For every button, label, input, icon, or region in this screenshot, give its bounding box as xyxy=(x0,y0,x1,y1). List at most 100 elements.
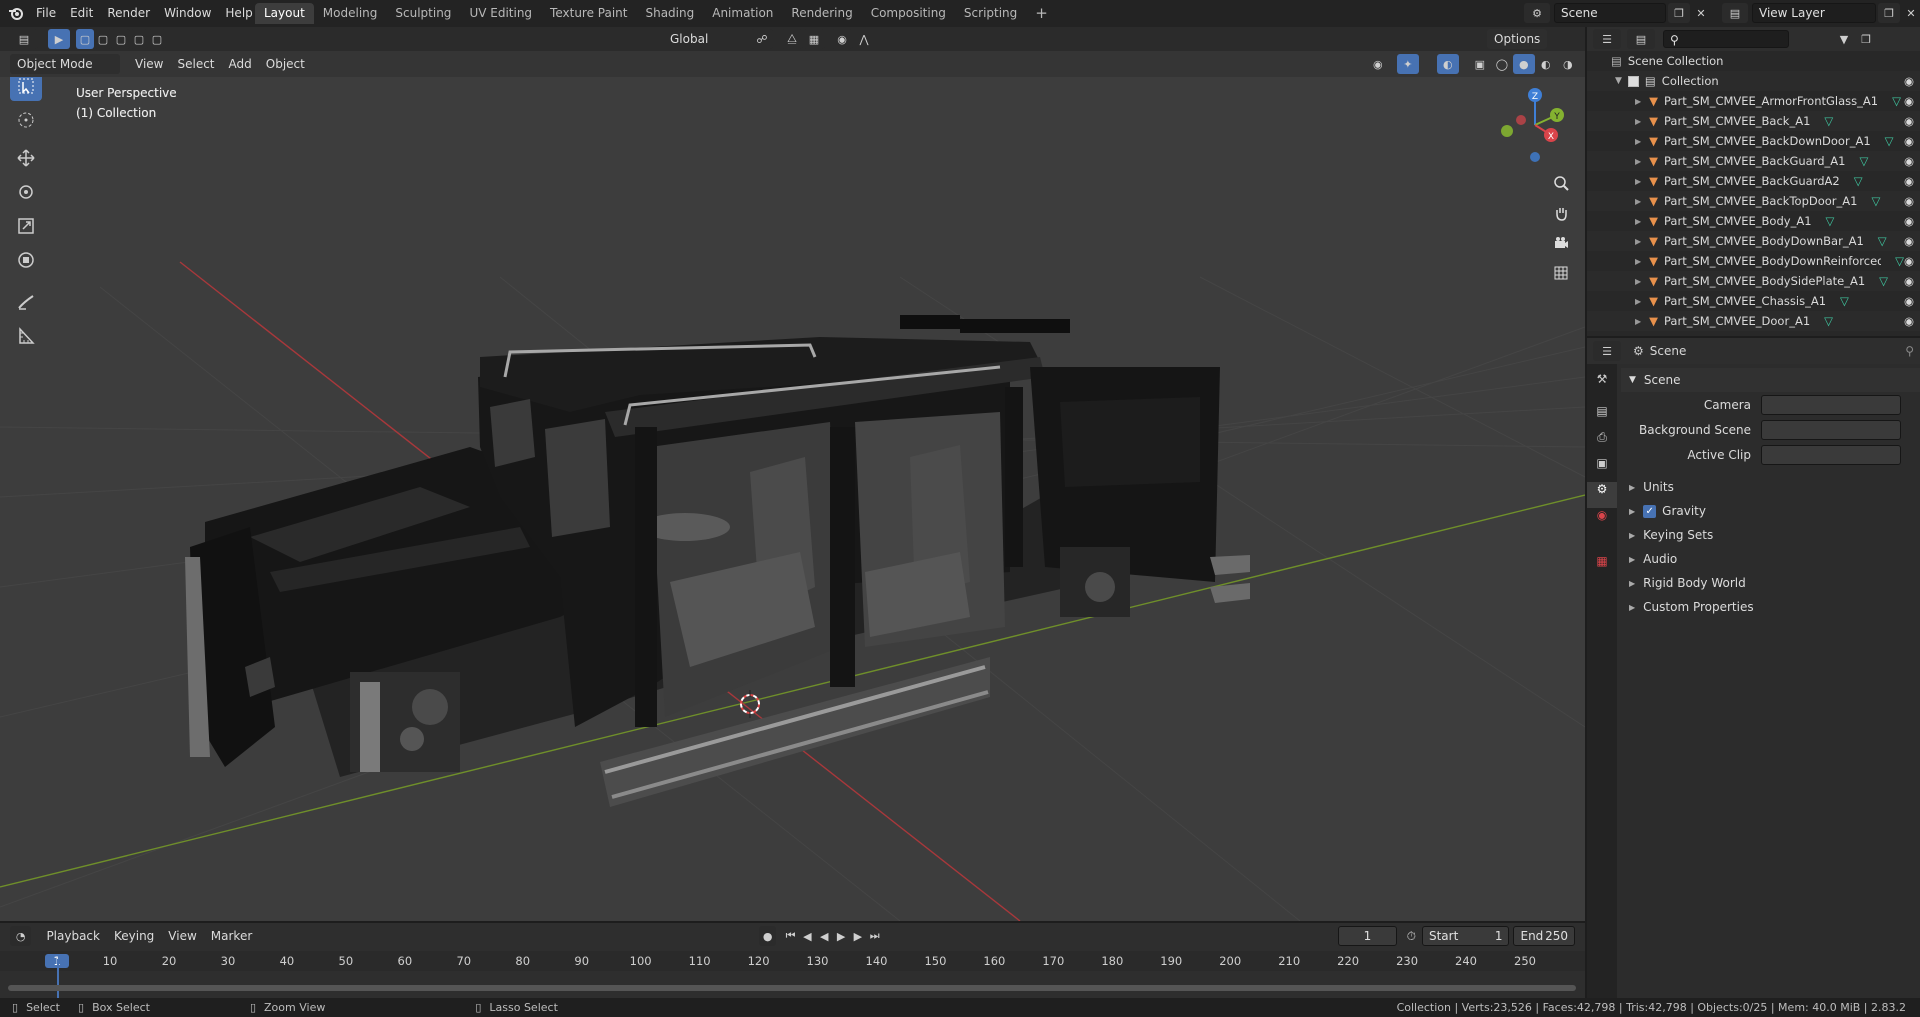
mesh-data-icon[interactable]: ▽ xyxy=(1859,154,1868,168)
eye-icon[interactable]: ◉ xyxy=(1904,314,1914,328)
expand-arrow-icon[interactable]: ▶ xyxy=(1635,197,1641,206)
end-frame-field[interactable]: End 250 xyxy=(1513,926,1575,946)
expand-arrow-icon[interactable]: ▶ xyxy=(1635,97,1641,106)
expand-arrow-icon[interactable]: ▶ xyxy=(1635,137,1641,146)
filter-icon[interactable]: ▼ xyxy=(1833,29,1855,49)
options-dropdown[interactable]: Options xyxy=(1487,29,1548,49)
new-scene-icon[interactable]: ❐ xyxy=(1668,3,1690,23)
expand-arrow-icon[interactable]: ▶ xyxy=(1635,157,1641,166)
mesh-data-icon[interactable]: ▽ xyxy=(1824,114,1833,128)
menu-file[interactable]: File xyxy=(29,0,63,27)
gizmo-toggle-icon[interactable]: ✦ xyxy=(1396,54,1419,74)
select-new-icon[interactable]: ▢ xyxy=(76,29,94,49)
tab-texture-paint[interactable]: Texture Paint xyxy=(541,3,636,24)
shading-rendered-icon[interactable]: ◑ xyxy=(1557,54,1579,74)
expand-arrow-icon[interactable]: ▶ xyxy=(1635,297,1641,306)
proportional-falloff-icon[interactable]: ⋀ xyxy=(853,29,875,49)
menu-select[interactable]: Select xyxy=(170,54,221,74)
checkbox-icon[interactable] xyxy=(1627,75,1639,87)
mesh-data-icon[interactable]: ▽ xyxy=(1826,214,1835,228)
panel-gravity[interactable]: ▶ ✓ Gravity xyxy=(1621,499,1920,523)
world-tab-icon[interactable]: ◉ xyxy=(1587,508,1617,534)
shading-material-icon[interactable]: ◐ xyxy=(1535,54,1557,74)
eye-icon[interactable]: ◉ xyxy=(1904,274,1914,288)
scene-icon[interactable]: ⚙ xyxy=(1524,3,1550,23)
play-icon[interactable]: ▶ xyxy=(833,926,850,946)
expand-arrow-icon[interactable]: ▶ xyxy=(1635,177,1641,186)
eye-icon[interactable]: ◉ xyxy=(1904,114,1914,128)
eye-icon[interactable]: ◉ xyxy=(1904,194,1914,208)
display-mode-icon[interactable]: ▤ xyxy=(1627,29,1655,49)
outliner-item[interactable]: ▶ ▼ Part_SM_CMVEE_BodyDownReinforcedBar_A ▽… xyxy=(1587,251,1920,271)
menu-window[interactable]: Window xyxy=(157,0,218,27)
start-frame-field[interactable]: Start 1 xyxy=(1421,926,1510,946)
blender-logo-icon[interactable] xyxy=(8,5,25,22)
output-tab-icon[interactable]: ⎙ xyxy=(1587,430,1617,456)
mesh-data-icon[interactable]: ▽ xyxy=(1871,194,1880,208)
panel-keying-sets[interactable]: ▶ Keying Sets xyxy=(1621,523,1920,547)
outliner-item[interactable]: ▶ ▼ Part_SM_CMVEE_Chassis_A1 ▽ ◉ xyxy=(1587,291,1920,311)
prev-keyframe-icon[interactable]: ◀ xyxy=(799,926,816,946)
tweak-tool-icon[interactable]: ▶ xyxy=(48,29,70,49)
proportional-edit-icon[interactable]: ◉ xyxy=(831,29,853,49)
select-subtract-icon[interactable]: ▢ xyxy=(112,29,130,49)
tab-uv-editing[interactable]: UV Editing xyxy=(460,3,541,24)
jump-end-icon[interactable]: ⏭ xyxy=(866,926,883,946)
outliner-editor-type-icon[interactable]: ☰ xyxy=(1593,29,1621,49)
snap-icon[interactable]: ⧋ xyxy=(781,29,803,49)
expand-arrow-icon[interactable]: ▶ xyxy=(1635,237,1641,246)
select-intersect-icon[interactable]: ▢ xyxy=(148,29,166,49)
editor-type-icon[interactable]: ▤ xyxy=(10,29,38,49)
add-workspace-button[interactable]: + xyxy=(1026,3,1057,24)
timeline-editor-type-icon[interactable]: ◔ xyxy=(10,926,32,946)
menu-marker[interactable]: Marker xyxy=(204,926,259,946)
mesh-data-icon[interactable]: ▽ xyxy=(1840,294,1849,308)
scene-panel-header[interactable]: ▼ Scene xyxy=(1621,368,1920,392)
mesh-data-icon[interactable]: ▽ xyxy=(1885,134,1894,148)
move-tool-icon[interactable] xyxy=(10,143,42,173)
xray-icon[interactable]: ▣ xyxy=(1469,54,1491,74)
ortho-grid-icon[interactable] xyxy=(1548,260,1574,286)
shading-wireframe-icon[interactable]: ◯ xyxy=(1491,54,1513,74)
outliner-item[interactable]: ▶ ▼ Part_SM_CMVEE_Body_A1 ▽ ◉ xyxy=(1587,211,1920,231)
background-scene-field[interactable] xyxy=(1761,419,1901,440)
3d-viewport[interactable]: Object Mode View Select Add Object User … xyxy=(0,27,1585,921)
expand-arrow-icon[interactable]: ▶ xyxy=(1635,117,1641,126)
record-icon[interactable]: ● xyxy=(759,926,777,946)
select-extend-icon[interactable]: ▢ xyxy=(94,29,112,49)
navigation-gizmo[interactable]: Z Y X xyxy=(1495,85,1575,165)
mesh-data-icon[interactable]: ▽ xyxy=(1892,94,1901,108)
eye-icon[interactable]: ◉ xyxy=(1904,154,1914,168)
cursor-tool-icon[interactable] xyxy=(10,105,42,135)
properties-editor-type-icon[interactable]: ☰ xyxy=(1593,341,1621,361)
outliner-item[interactable]: ▶ ▼ Part_SM_CMVEE_ArmorFrontGlass_A1 ▽ ◉ xyxy=(1587,91,1920,111)
menu-edit[interactable]: Edit xyxy=(63,0,100,27)
outliner-item[interactable]: ▶ ▼ Part_SM_CMVEE_Door_A1 ▽ ◉ xyxy=(1587,311,1920,331)
snap-target-icon[interactable]: ▦ xyxy=(803,29,825,49)
eye-icon[interactable]: ◉ xyxy=(1904,234,1914,248)
texture-tab-icon[interactable]: ▦ xyxy=(1587,554,1617,580)
menu-playback[interactable]: Playback xyxy=(39,926,107,946)
scene-tab-icon[interactable]: ⚙ xyxy=(1587,482,1617,508)
mesh-data-icon[interactable]: ▽ xyxy=(1879,274,1888,288)
delete-view-layer-icon[interactable]: ✕ xyxy=(1900,3,1920,23)
eye-icon[interactable]: ◉ xyxy=(1904,174,1914,188)
tab-shading[interactable]: Shading xyxy=(636,3,703,24)
panel-rigid-body-world[interactable]: ▶ Rigid Body World xyxy=(1621,571,1920,595)
new-view-layer-icon[interactable]: ❐ xyxy=(1878,3,1900,23)
annotate-tool-icon[interactable] xyxy=(10,287,42,317)
camera-field[interactable] xyxy=(1761,394,1901,415)
eye-icon[interactable]: ◉ xyxy=(1904,294,1914,308)
menu-help[interactable]: Help xyxy=(218,0,259,27)
panel-units[interactable]: ▶ Units xyxy=(1621,475,1920,499)
pan-hand-icon[interactable] xyxy=(1548,200,1574,226)
mesh-data-icon[interactable]: ▽ xyxy=(1895,254,1904,268)
expand-arrow-icon[interactable]: ▶ xyxy=(1635,317,1641,326)
outliner-item[interactable]: ▶ ▼ Part_SM_CMVEE_BackTopDoor_A1 ▽ ◉ xyxy=(1587,191,1920,211)
view-layer-field[interactable]: View Layer xyxy=(1752,3,1876,23)
pivot-point-icon[interactable]: ☍ xyxy=(751,29,773,49)
play-reverse-icon[interactable]: ◀ xyxy=(816,926,833,946)
camera-view-icon[interactable] xyxy=(1548,230,1574,256)
measure-tool-icon[interactable] xyxy=(10,321,42,351)
frame-ruler[interactable]: 1102030405060708090100110120130140150160… xyxy=(0,951,1585,971)
